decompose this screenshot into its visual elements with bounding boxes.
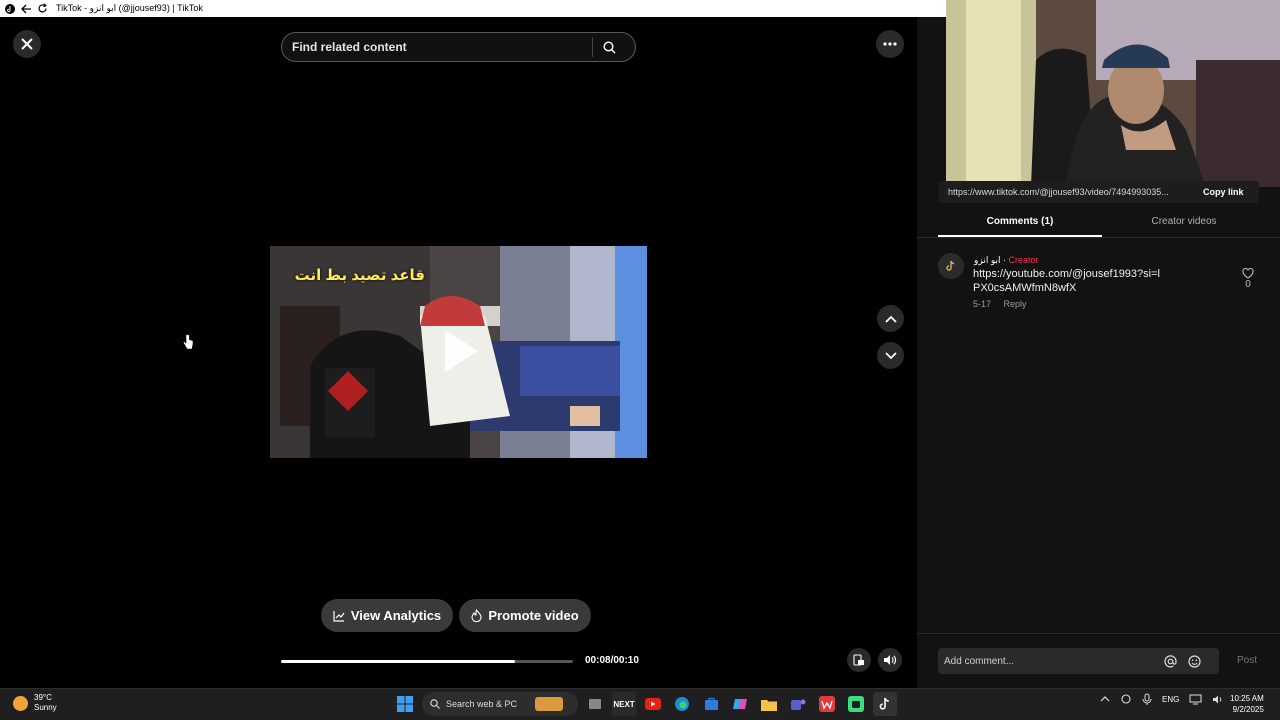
chevron-up-icon[interactable]: [1100, 696, 1110, 702]
search-icon: [430, 699, 440, 709]
hand-cursor-icon: [183, 334, 194, 355]
video-player[interactable]: قاعد تصيد بط انت: [270, 246, 647, 458]
comment-author[interactable]: ابو انزو: [974, 255, 1000, 265]
refresh-icon[interactable]: [36, 3, 48, 15]
floating-player-button[interactable]: [847, 648, 871, 672]
copilot-icon[interactable]: [728, 692, 752, 716]
display-icon[interactable]: [1189, 694, 1202, 705]
taskbar-apps: Search web & PC NEXT: [393, 692, 897, 716]
taskbar-search-label: Search web & PC: [446, 699, 518, 709]
flame-icon: [471, 609, 482, 622]
weather-desc: Sunny: [34, 703, 57, 712]
start-button[interactable]: [393, 692, 417, 716]
windows-logo-icon: [397, 696, 413, 712]
search-input[interactable]: [282, 40, 592, 54]
chevron-up-icon: [884, 315, 897, 323]
tab-creator-videos[interactable]: Creator videos: [1102, 212, 1266, 237]
at-mention-icon: [1163, 654, 1177, 667]
sunny-weather-icon: [13, 695, 28, 711]
copy-link-button[interactable]: Copy link: [1203, 187, 1244, 197]
clock-time: 10:25 AM: [1230, 694, 1264, 703]
panel-tabs: Comments (1) Creator videos: [938, 212, 1266, 237]
search-highlight-icon: [535, 697, 564, 711]
analytics-chart-icon: [333, 610, 345, 622]
edge-browser-icon[interactable]: [670, 692, 694, 716]
picture-in-picture-icon: [853, 654, 864, 666]
author-separator: ·: [1003, 255, 1006, 265]
tabs-divider: [917, 237, 1280, 238]
tab-comments[interactable]: Comments (1): [938, 212, 1102, 237]
reply-button[interactable]: Reply: [1004, 299, 1027, 309]
view-analytics-label: View Analytics: [350, 608, 442, 623]
tiktok-logo-icon: [4, 3, 16, 15]
chevron-down-icon: [884, 351, 897, 359]
system-clock[interactable]: 10:25 AM 9/2/2025: [1230, 693, 1264, 715]
file-explorer-icon[interactable]: [757, 692, 781, 716]
clock-date: 9/2/2025: [1232, 705, 1264, 714]
input-language[interactable]: ENG: [1162, 695, 1179, 704]
comment-composer: [938, 648, 1219, 674]
close-icon: [21, 38, 33, 50]
related-search-bar: [281, 32, 636, 62]
weather-temp: 39°C: [34, 693, 52, 702]
back-arrow-icon[interactable]: [20, 3, 32, 15]
taskbar-search[interactable]: Search web & PC: [422, 692, 578, 716]
ellipsis-icon: [883, 42, 897, 46]
mention-button[interactable]: [1158, 654, 1182, 668]
search-icon: [603, 40, 616, 54]
comment-like[interactable]: 0: [1242, 268, 1254, 290]
video-time: 00:08/00:10: [585, 655, 639, 666]
play-icon[interactable]: [445, 330, 478, 372]
avatar[interactable]: [938, 253, 964, 279]
window-title: TikTok - ابو انزو (@jjousef93) | TikTok: [56, 3, 203, 13]
promote-video-button[interactable]: Promote video: [459, 599, 591, 632]
progress-fill: [281, 660, 515, 663]
tiktok-app-icon[interactable]: [873, 692, 897, 716]
comment-meta: 5-17 Reply: [973, 299, 1037, 309]
compose-divider: [917, 633, 1280, 634]
more-options-button[interactable]: [876, 30, 904, 58]
comment-text[interactable]: https://youtube.com/@jousef1993?si=lPX0c…: [973, 267, 1163, 295]
share-link-row: https://www.tiktok.com/@jjousef93/video/…: [939, 181, 1259, 203]
video-progress-bar[interactable]: [281, 660, 573, 663]
tiktok-avatar-icon: [946, 260, 955, 271]
volume-icon[interactable]: [1212, 694, 1225, 705]
speaker-icon: [884, 655, 896, 665]
windows-taskbar: 39°C Sunny Search web & PC NEXT ENG 10:2…: [0, 688, 1280, 720]
android-app-icon[interactable]: [844, 692, 868, 716]
microphone-icon[interactable]: [1142, 693, 1152, 705]
network-status-icon[interactable]: [1120, 693, 1132, 705]
system-tray: ENG: [1100, 693, 1225, 705]
comment-input[interactable]: [938, 655, 1158, 667]
comment-author-line: ابو انزو · Creator: [974, 255, 1039, 266]
browser-title-bar: TikTok - ابو انزو (@jjousef93) | TikTok: [0, 0, 946, 17]
webcam-overlay: [946, 0, 1280, 187]
promote-video-label: Promote video: [488, 608, 579, 623]
view-analytics-button[interactable]: View Analytics: [321, 599, 453, 632]
teams-icon[interactable]: [786, 692, 810, 716]
video-link-url[interactable]: https://www.tiktok.com/@jjousef93/video/…: [939, 187, 1194, 197]
comment-date: 5-17: [973, 299, 992, 309]
emoji-icon: [1187, 654, 1201, 668]
wps-office-icon[interactable]: [815, 692, 839, 716]
creator-badge: Creator: [1008, 255, 1039, 265]
video-caption: قاعد تصيد بط انت: [294, 267, 425, 284]
previous-video-button[interactable]: [877, 305, 904, 332]
weather-widget[interactable]: 39°C Sunny: [13, 693, 57, 713]
video-stage: قاعد تصيد بط انت View Analytics Promote …: [0, 17, 917, 688]
youtube-icon[interactable]: [641, 692, 665, 716]
like-count: 0: [1245, 279, 1251, 290]
emoji-button[interactable]: [1182, 654, 1206, 668]
store-icon[interactable]: [699, 692, 723, 716]
task-view-icon[interactable]: [583, 692, 607, 716]
post-comment-button[interactable]: Post: [1237, 655, 1257, 666]
heart-icon: [1242, 268, 1254, 279]
close-button[interactable]: [13, 30, 41, 58]
search-button[interactable]: [593, 40, 626, 54]
volume-button[interactable]: [878, 648, 902, 672]
next-app-icon[interactable]: NEXT: [612, 692, 636, 716]
next-video-button[interactable]: [877, 342, 904, 369]
